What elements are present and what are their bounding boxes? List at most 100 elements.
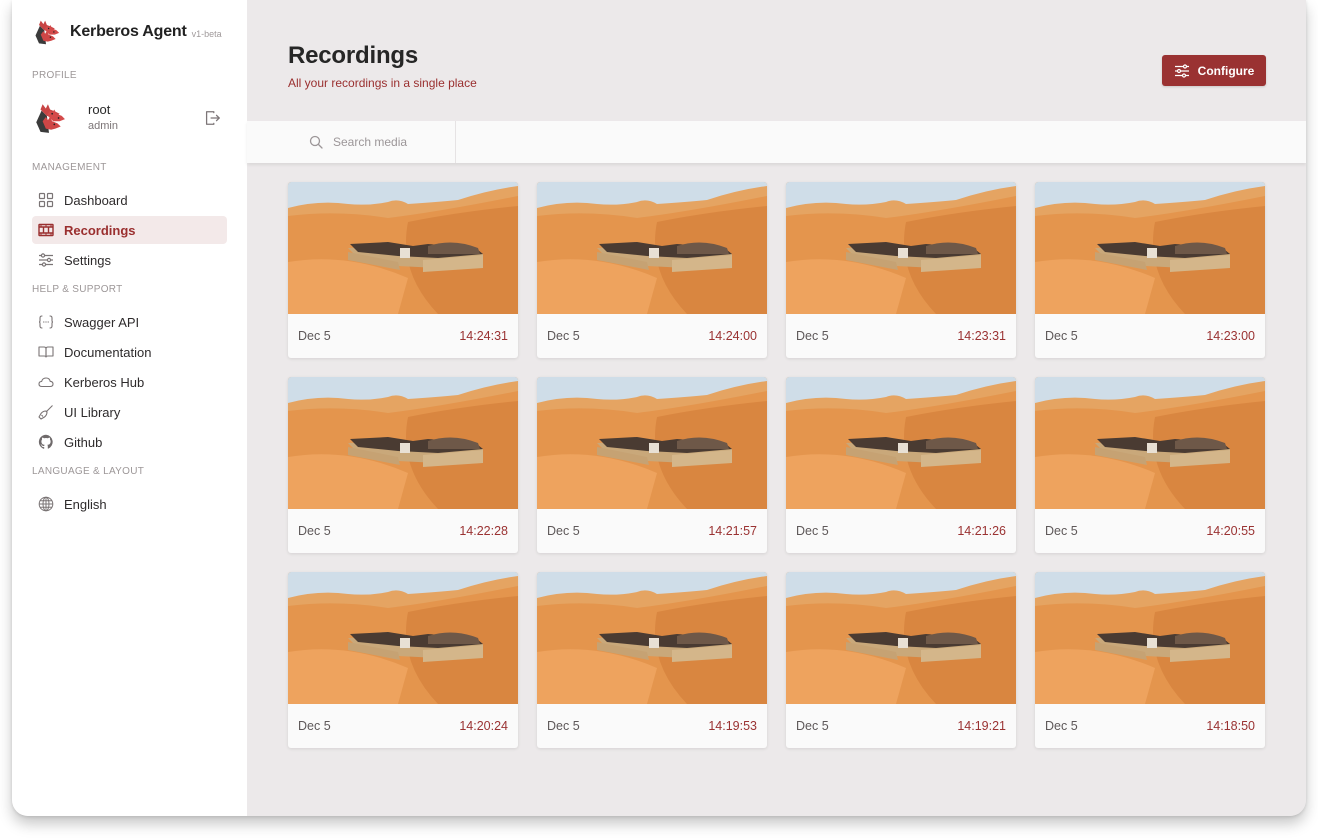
recording-thumbnail bbox=[537, 572, 767, 704]
sliders-icon bbox=[38, 252, 54, 268]
recording-date: Dec 5 bbox=[796, 719, 829, 733]
sidebar-item-documentation[interactable]: Documentation bbox=[32, 338, 227, 366]
recording-date: Dec 5 bbox=[796, 329, 829, 343]
recording-time: 14:18:50 bbox=[1206, 719, 1255, 733]
sidebar-item-english[interactable]: English bbox=[32, 490, 227, 518]
recording-card[interactable]: Dec 5 14:24:00 bbox=[537, 182, 767, 358]
sidebar-item-label: Swagger API bbox=[64, 314, 140, 330]
recording-thumbnail bbox=[786, 572, 1016, 704]
recording-time: 14:19:53 bbox=[708, 719, 757, 733]
recording-thumbnail bbox=[537, 182, 767, 314]
app-version: v1-beta bbox=[191, 29, 222, 39]
recordings-grid: Dec 5 14:24:31 Dec 5 14:24:00 Dec 5 14:2… bbox=[247, 163, 1306, 748]
section-language-title: LANGUAGE & LAYOUT bbox=[32, 466, 145, 477]
recording-meta: Dec 5 14:21:57 bbox=[537, 509, 767, 553]
recording-meta: Dec 5 14:24:00 bbox=[537, 314, 767, 358]
recording-thumbnail bbox=[288, 572, 518, 704]
profile-name: root bbox=[88, 102, 111, 117]
sidebar-item-github[interactable]: Github bbox=[32, 428, 227, 456]
configure-label: Configure bbox=[1197, 63, 1255, 78]
kerberos-logo-icon bbox=[32, 18, 60, 46]
dashboard-grid-icon bbox=[38, 192, 54, 208]
recording-date: Dec 5 bbox=[547, 329, 580, 343]
recording-card[interactable]: Dec 5 14:20:24 bbox=[288, 572, 518, 748]
sidebar-item-label: Kerberos Hub bbox=[64, 374, 145, 390]
recording-date: Dec 5 bbox=[298, 524, 331, 538]
recording-card[interactable]: Dec 5 14:19:53 bbox=[537, 572, 767, 748]
section-help-title: HELP & SUPPORT bbox=[32, 284, 123, 295]
recording-date: Dec 5 bbox=[1045, 719, 1078, 733]
sliders-icon bbox=[1174, 63, 1189, 78]
brand: Kerberos Agent v1-beta bbox=[32, 0, 227, 64]
avatar bbox=[32, 101, 66, 135]
sidebar-item-dashboard[interactable]: Dashboard bbox=[32, 186, 227, 214]
sidebar-item-label: Documentation bbox=[64, 344, 152, 360]
sidebar-item-label: English bbox=[64, 496, 107, 512]
recording-card[interactable]: Dec 5 14:21:57 bbox=[537, 377, 767, 553]
section-profile-title: PROFILE bbox=[32, 70, 77, 81]
search-icon bbox=[309, 135, 323, 149]
recording-time: 14:22:28 bbox=[459, 524, 508, 538]
recording-card[interactable]: Dec 5 14:20:55 bbox=[1035, 377, 1265, 553]
main-content: Recordings All your recordings in a sing… bbox=[247, 0, 1306, 816]
sidebar-item-label: UI Library bbox=[64, 404, 121, 420]
recording-meta: Dec 5 14:19:21 bbox=[786, 704, 1016, 748]
globe-icon bbox=[38, 496, 54, 512]
sidebar-item-kerberos-hub[interactable]: Kerberos Hub bbox=[32, 368, 227, 396]
brush-icon bbox=[38, 404, 54, 420]
recording-time: 14:21:57 bbox=[708, 524, 757, 538]
help-nav: Swagger API Documentation Kerberos Hub U… bbox=[32, 308, 227, 456]
toolbar bbox=[247, 121, 1306, 163]
recording-meta: Dec 5 14:22:28 bbox=[288, 509, 518, 553]
recording-card[interactable]: Dec 5 14:22:28 bbox=[288, 377, 518, 553]
management-nav: Dashboard Recordings Settings bbox=[32, 186, 227, 274]
search-input[interactable] bbox=[333, 135, 443, 149]
recording-date: Dec 5 bbox=[796, 524, 829, 538]
page-header: Recordings All your recordings in a sing… bbox=[247, 0, 1306, 121]
recording-date: Dec 5 bbox=[298, 329, 331, 343]
recording-time: 14:23:31 bbox=[957, 329, 1006, 343]
page-title: Recordings bbox=[288, 42, 419, 69]
recording-date: Dec 5 bbox=[547, 524, 580, 538]
cloud-icon bbox=[38, 374, 54, 390]
sidebar-item-label: Github bbox=[64, 434, 103, 450]
logout-icon[interactable] bbox=[203, 109, 221, 127]
sidebar-item-label: Dashboard bbox=[64, 192, 128, 208]
recording-meta: Dec 5 14:19:53 bbox=[537, 704, 767, 748]
recording-card[interactable]: Dec 5 14:23:00 bbox=[1035, 182, 1265, 358]
recording-time: 14:24:00 bbox=[708, 329, 757, 343]
recording-card[interactable]: Dec 5 14:24:31 bbox=[288, 182, 518, 358]
language-nav: English bbox=[32, 490, 227, 518]
search-box[interactable] bbox=[247, 121, 456, 163]
app-name: Kerberos Agent bbox=[70, 23, 187, 40]
recording-time: 14:20:55 bbox=[1206, 524, 1255, 538]
recording-thumbnail bbox=[1035, 182, 1265, 314]
recording-meta: Dec 5 14:23:00 bbox=[1035, 314, 1265, 358]
sidebar-item-recordings[interactable]: Recordings bbox=[32, 216, 227, 244]
section-management-title: MANAGEMENT bbox=[32, 162, 107, 173]
recording-time: 14:21:26 bbox=[957, 524, 1006, 538]
recording-meta: Dec 5 14:24:31 bbox=[288, 314, 518, 358]
recording-thumbnail bbox=[786, 377, 1016, 509]
configure-button[interactable]: Configure bbox=[1162, 55, 1266, 86]
code-braces-icon bbox=[38, 314, 54, 330]
sidebar-item-settings[interactable]: Settings bbox=[32, 246, 227, 274]
recording-thumbnail bbox=[1035, 377, 1265, 509]
sidebar-item-ui-library[interactable]: UI Library bbox=[32, 398, 227, 426]
app-window: Kerberos Agent v1-beta PROFILE root admi… bbox=[12, 0, 1306, 816]
recording-card[interactable]: Dec 5 14:23:31 bbox=[786, 182, 1016, 358]
sidebar-item-swagger-api[interactable]: Swagger API bbox=[32, 308, 227, 336]
recording-meta: Dec 5 14:20:24 bbox=[288, 704, 518, 748]
recording-thumbnail bbox=[786, 182, 1016, 314]
recording-time: 14:23:00 bbox=[1206, 329, 1255, 343]
recording-card[interactable]: Dec 5 14:18:50 bbox=[1035, 572, 1265, 748]
github-icon bbox=[38, 434, 54, 450]
recording-date: Dec 5 bbox=[547, 719, 580, 733]
recording-card[interactable]: Dec 5 14:19:21 bbox=[786, 572, 1016, 748]
film-icon bbox=[38, 222, 54, 238]
recording-meta: Dec 5 14:23:31 bbox=[786, 314, 1016, 358]
recording-date: Dec 5 bbox=[1045, 329, 1078, 343]
recording-date: Dec 5 bbox=[298, 719, 331, 733]
recording-date: Dec 5 bbox=[1045, 524, 1078, 538]
recording-card[interactable]: Dec 5 14:21:26 bbox=[786, 377, 1016, 553]
